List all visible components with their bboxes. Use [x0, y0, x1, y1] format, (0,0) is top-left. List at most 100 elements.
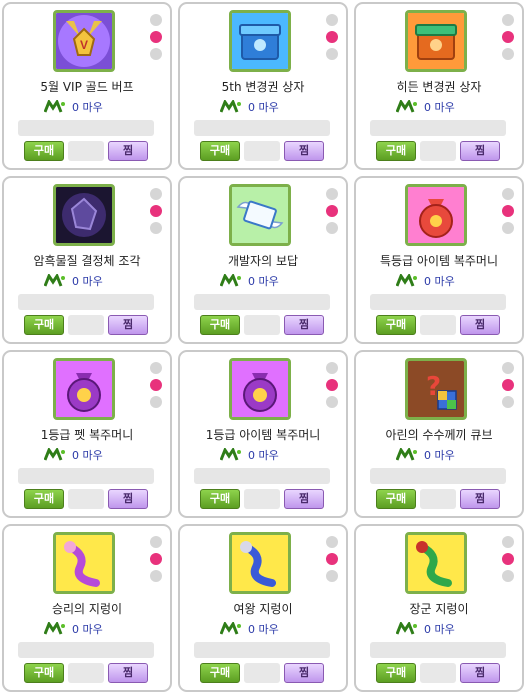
item-price: 0 마우: [72, 101, 103, 114]
item-card[interactable]: 암흑물질 결정체 조각 0 마우 구매 찜: [2, 176, 172, 344]
item-card[interactable]: 히든 변경권 상자 0 마우 구매 찜: [354, 2, 524, 170]
item-info-bar: [194, 294, 330, 310]
item-name: 5th 변경권 상자: [221, 80, 305, 94]
wishlist-button[interactable]: 찜: [284, 663, 324, 683]
pet-pouch-icon[interactable]: [53, 358, 115, 420]
indicator-dot: [502, 188, 514, 200]
item-card[interactable]: 장군 지렁이 0 마우 구매 찜: [354, 524, 524, 692]
wishlist-button[interactable]: 찜: [460, 663, 500, 683]
indicator-dot-active: [502, 205, 514, 217]
item-price: 0 마우: [424, 101, 455, 114]
indicator-dot: [326, 536, 338, 548]
item-card[interactable]: 1등급 펫 복주머니 0 마우 구매 찜: [2, 350, 172, 518]
item-info-bar: [194, 468, 330, 484]
wishlist-button[interactable]: 찜: [284, 141, 324, 161]
item-card[interactable]: 개발자의 보답 0 마우 구매 찜: [178, 176, 348, 344]
item-name: 여왕 지렁이: [233, 602, 293, 616]
winged-letter-icon[interactable]: [229, 184, 291, 246]
wishlist-button[interactable]: 찜: [284, 315, 324, 335]
item-card[interactable]: V 5월 VIP 골드 버프 0 마우 구매 찜: [2, 2, 172, 170]
indicator-dot: [326, 222, 338, 234]
maple-point-icon: [220, 448, 241, 461]
item-name: 장군 지렁이: [409, 602, 469, 616]
indicator-dot: [502, 14, 514, 26]
quantity-slot: [420, 663, 456, 683]
indicator-dot: [502, 222, 514, 234]
price-row: 0 마우: [44, 273, 103, 289]
queen-worm-icon[interactable]: [229, 532, 291, 594]
buy-button[interactable]: 구매: [24, 489, 64, 509]
item-info-bar: [194, 642, 330, 658]
buy-button[interactable]: 구매: [376, 315, 416, 335]
item-card[interactable]: 특등급 아이템 복주머니 0 마우 구매 찜: [354, 176, 524, 344]
quantity-slot: [68, 489, 104, 509]
price-row: 0 마우: [44, 447, 103, 463]
indicator-dot: [150, 536, 162, 548]
indicator-dot-active: [150, 205, 162, 217]
mystery-cube-icon[interactable]: ?: [405, 358, 467, 420]
maple-point-icon: [220, 100, 241, 113]
quantity-slot: [420, 315, 456, 335]
item-price: 0 마우: [72, 449, 103, 462]
general-worm-icon[interactable]: [405, 532, 467, 594]
item-pouch-icon[interactable]: [229, 358, 291, 420]
indicator-dot: [326, 396, 338, 408]
quantity-slot: [244, 489, 280, 509]
item-name: 1등급 아이템 복주머니: [205, 428, 321, 442]
buy-button[interactable]: 구매: [24, 315, 64, 335]
maple-point-icon: [220, 622, 241, 635]
blue-box-icon[interactable]: [229, 10, 291, 72]
wishlist-button[interactable]: 찜: [460, 489, 500, 509]
maple-point-icon: [44, 448, 65, 461]
price-row: 0 마우: [396, 273, 455, 289]
item-info-bar: [370, 120, 506, 136]
indicator-dot: [502, 536, 514, 548]
price-row: 0 마우: [220, 447, 279, 463]
item-name: 아린의 수수께끼 큐브: [385, 428, 493, 442]
item-price: 0 마우: [248, 449, 279, 462]
buy-button[interactable]: 구매: [376, 141, 416, 161]
price-row: 0 마우: [396, 447, 455, 463]
wishlist-button[interactable]: 찜: [108, 663, 148, 683]
wishlist-button[interactable]: 찜: [108, 489, 148, 509]
buy-button[interactable]: 구매: [200, 315, 240, 335]
item-card[interactable]: 여왕 지렁이 0 마우 구매 찜: [178, 524, 348, 692]
item-info-bar: [18, 642, 154, 658]
buy-button[interactable]: 구매: [24, 141, 64, 161]
item-price: 0 마우: [248, 275, 279, 288]
price-row: 0 마우: [220, 99, 279, 115]
item-card[interactable]: ? 아린의 수수께끼 큐브 0 마우 구매 찜: [354, 350, 524, 518]
buy-button[interactable]: 구매: [376, 489, 416, 509]
item-info-bar: [370, 642, 506, 658]
price-row: 0 마우: [396, 621, 455, 637]
orange-box-icon[interactable]: [405, 10, 467, 72]
item-card[interactable]: 1등급 아이템 복주머니 0 마우 구매 찜: [178, 350, 348, 518]
buy-button[interactable]: 구매: [24, 663, 64, 683]
indicator-dot-active: [502, 379, 514, 391]
item-info-bar: [370, 294, 506, 310]
vip-medal-icon[interactable]: V: [53, 10, 115, 72]
item-name: 암흑물질 결정체 조각: [33, 254, 141, 268]
item-card[interactable]: 승리의 지렁이 0 마우 구매 찜: [2, 524, 172, 692]
dark-crystal-icon[interactable]: [53, 184, 115, 246]
wishlist-button[interactable]: 찜: [108, 141, 148, 161]
price-row: 0 마우: [220, 621, 279, 637]
victory-worm-icon[interactable]: [53, 532, 115, 594]
indicator-dot: [150, 570, 162, 582]
buy-button[interactable]: 구매: [200, 663, 240, 683]
indicator-dot-active: [150, 31, 162, 43]
buy-button[interactable]: 구매: [200, 489, 240, 509]
item-price: 0 마우: [424, 449, 455, 462]
wishlist-button[interactable]: 찜: [460, 141, 500, 161]
wishlist-button[interactable]: 찜: [284, 489, 324, 509]
wishlist-button[interactable]: 찜: [460, 315, 500, 335]
item-card[interactable]: 5th 변경권 상자 0 마우 구매 찜: [178, 2, 348, 170]
buy-button[interactable]: 구매: [376, 663, 416, 683]
lucky-pouch-special-icon[interactable]: [405, 184, 467, 246]
indicator-dot: [502, 396, 514, 408]
wishlist-button[interactable]: 찜: [108, 315, 148, 335]
buy-button[interactable]: 구매: [200, 141, 240, 161]
item-info-bar: [194, 120, 330, 136]
maple-point-icon: [396, 274, 417, 287]
indicator-dot: [326, 188, 338, 200]
